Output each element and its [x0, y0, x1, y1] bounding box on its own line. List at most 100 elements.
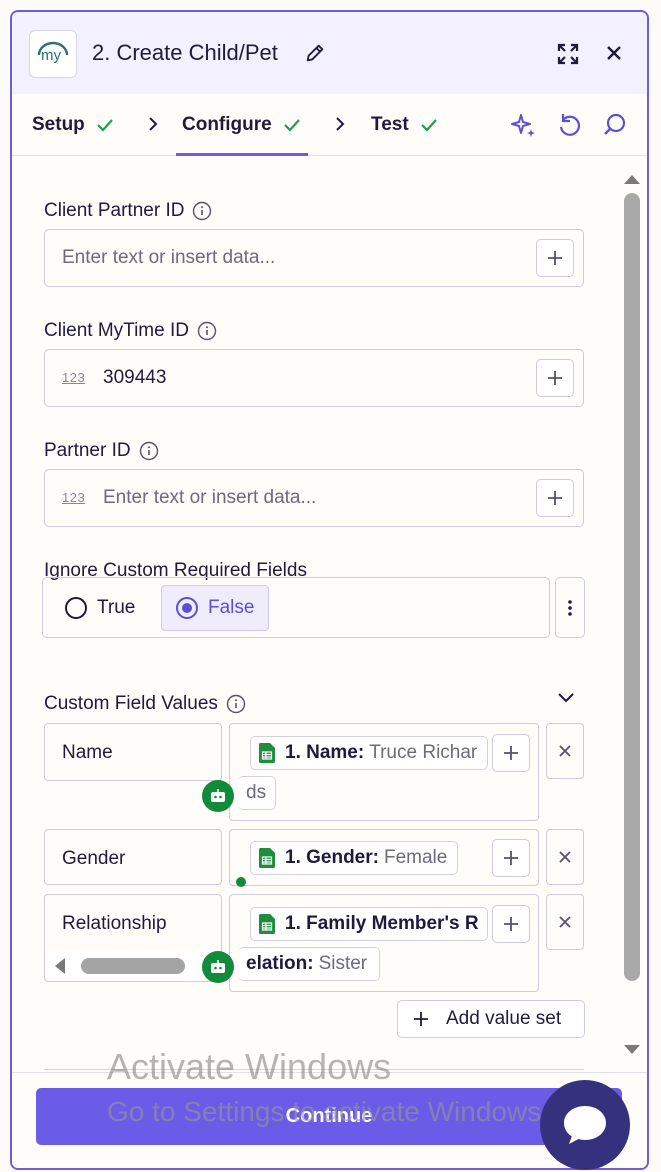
data-pill-name[interactable]: 1. Name: Truce Richar: [250, 736, 488, 770]
plus-icon: [504, 746, 518, 760]
tab-label: Configure: [182, 113, 272, 135]
add-value-set-button[interactable]: Add value set: [397, 1000, 585, 1038]
app-logo: my: [29, 30, 77, 78]
plus-icon: [548, 491, 562, 505]
data-pill-relationship[interactable]: 1. Family Member's R: [250, 907, 488, 941]
tab-setup[interactable]: Setup: [32, 94, 115, 155]
pill-field-name: 1. Name:: [285, 742, 365, 763]
tab-test[interactable]: Test: [371, 94, 439, 155]
info-icon[interactable]: [197, 321, 217, 341]
remove-row-button[interactable]: [546, 894, 584, 950]
partner-id-field[interactable]: 123 Enter text or insert data...: [44, 469, 584, 527]
scrollbar-thumb[interactable]: [81, 958, 185, 974]
pill-field-value: Sister: [318, 953, 368, 974]
plus-icon: [414, 1012, 428, 1026]
tab-label: Setup: [32, 113, 85, 135]
remove-row-button[interactable]: [546, 723, 584, 779]
insert-data-button[interactable]: [536, 239, 574, 277]
tab-label: Test: [371, 113, 409, 135]
chevron-down-icon[interactable]: [556, 691, 576, 705]
close-icon[interactable]: [604, 43, 624, 63]
add-value-set-label: Add value set: [446, 1008, 562, 1029]
scroll-up-icon[interactable]: [624, 175, 640, 184]
google-sheets-icon: [259, 914, 275, 934]
chevron-right-icon: [336, 117, 345, 131]
pill-field-name: elation:: [246, 953, 314, 974]
info-icon[interactable]: [192, 201, 212, 221]
number-type-icon: 123: [62, 370, 86, 385]
info-icon[interactable]: [139, 441, 159, 461]
insert-data-button[interactable]: [492, 734, 530, 772]
insert-data-button[interactable]: [536, 479, 574, 517]
expand-icon[interactable]: [556, 42, 580, 66]
chevron-right-icon: [149, 117, 158, 131]
radio-false[interactable]: False: [161, 585, 270, 631]
pencil-icon[interactable]: [304, 42, 326, 64]
pill-overflow-text: ds: [246, 782, 267, 803]
data-pill-gender[interactable]: 1. Gender: Female: [250, 841, 458, 875]
scrollbar-thumb[interactable]: [624, 193, 640, 981]
remove-row-button[interactable]: [546, 829, 584, 885]
client-partner-id-placeholder: Enter text or insert data...: [62, 247, 276, 268]
bot-icon[interactable]: [202, 951, 234, 983]
radio-circle-icon: [65, 597, 87, 619]
check-icon: [420, 118, 437, 132]
chat-launcher-button[interactable]: [540, 1080, 630, 1170]
plus-icon: [504, 917, 518, 931]
data-pill-overflow: elation: Sister: [238, 947, 380, 981]
svg-text:my: my: [41, 47, 61, 64]
search-icon[interactable]: [602, 112, 628, 138]
custom-field-value-name[interactable]: 1. Name: Truce Richar ds: [229, 723, 539, 821]
scroll-left-icon[interactable]: [55, 958, 65, 974]
client-mytime-id-field[interactable]: 123 309443: [44, 349, 584, 407]
horizontal-scrollbar[interactable]: [47, 951, 217, 981]
pill-field-value: Truce Richar: [369, 742, 478, 763]
step-title: 2. Create Child/Pet: [92, 40, 278, 65]
client-mytime-id-value: 309443: [103, 367, 167, 388]
kebab-icon: [568, 599, 572, 616]
google-sheets-icon: [259, 848, 275, 868]
bot-icon[interactable]: [202, 780, 234, 812]
mytime-logo-icon: my: [37, 41, 69, 64]
sparkle-icon[interactable]: [510, 112, 536, 138]
close-icon: [559, 916, 571, 928]
custom-field-key-gender[interactable]: Gender: [44, 829, 222, 885]
scroll-down-icon[interactable]: [624, 1045, 640, 1054]
configure-form: Client Partner ID Enter text or insert d…: [12, 157, 647, 1072]
radio-selected-icon: [176, 597, 198, 619]
undo-icon[interactable]: [556, 112, 582, 138]
partner-id-placeholder: Enter text or insert data...: [103, 487, 317, 508]
insert-data-button[interactable]: [492, 905, 530, 943]
label-text: Custom Field Values: [44, 693, 218, 714]
client-partner-id-field[interactable]: Enter text or insert data...: [44, 229, 584, 287]
insert-data-button[interactable]: [492, 839, 530, 877]
radio-true[interactable]: True: [51, 585, 149, 631]
plus-icon: [504, 851, 518, 865]
custom-field-value-relationship[interactable]: 1. Family Member's R elation: Sister: [229, 894, 539, 992]
client-partner-id-label: Client Partner ID: [44, 200, 212, 222]
pill-field-name: 1. Family Member's R: [285, 913, 479, 934]
label-text: Partner ID: [44, 440, 131, 461]
step-tabs: Setup Configure Test: [12, 94, 647, 156]
windows-watermark-subtitle: Go to Settings to activate Windows.: [107, 1096, 549, 1127]
more-options-button[interactable]: [555, 577, 585, 638]
info-icon[interactable]: [226, 694, 246, 714]
check-icon: [283, 118, 300, 132]
windows-watermark-title: Activate Windows: [107, 1046, 392, 1087]
custom-field-values-label: Custom Field Values: [44, 693, 246, 715]
radio-label: True: [97, 597, 136, 618]
insert-data-button[interactable]: [536, 359, 574, 397]
radio-label: False: [208, 597, 255, 618]
panel-header: my 2. Create Child/Pet: [12, 12, 647, 94]
data-pill-overflow: ds: [238, 776, 276, 810]
tab-configure[interactable]: Configure: [176, 94, 308, 156]
partner-id-label: Partner ID: [44, 440, 159, 462]
pill-field-name: 1. Gender:: [285, 847, 379, 868]
vertical-scrollbar[interactable]: [622, 165, 642, 1065]
custom-field-key-name[interactable]: Name: [44, 723, 222, 781]
custom-field-value-gender[interactable]: 1. Gender: Female: [229, 829, 539, 886]
check-icon: [97, 118, 113, 132]
pill-field-value: Female: [383, 847, 448, 868]
ignore-custom-radio-group: True False: [42, 577, 550, 638]
client-mytime-id-label: Client MyTime ID: [44, 320, 217, 342]
